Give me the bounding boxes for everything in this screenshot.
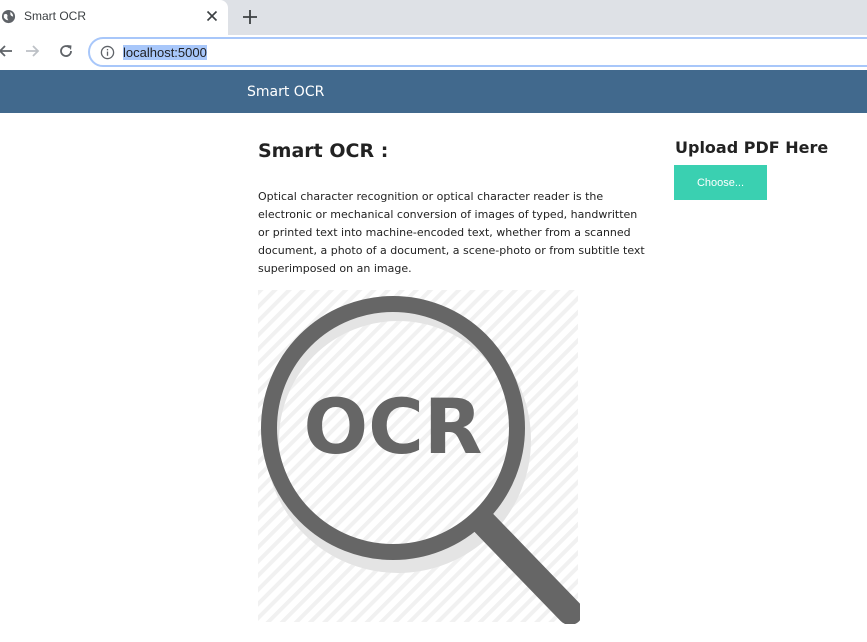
magnifier-icon: OCR [258,290,580,624]
address-bar[interactable]: localhost:5000 [88,37,867,67]
url-text[interactable]: localhost:5000 [123,45,207,60]
browser-tabstrip: Smart OCR [0,0,867,35]
arrow-left-icon[interactable] [0,43,13,59]
arrow-right-icon[interactable] [25,43,41,59]
magnifier-label: OCR [304,382,483,471]
tab-title: Smart OCR [24,9,87,23]
navbar: Smart OCR [0,70,867,113]
browser-tab[interactable]: Smart OCR [0,0,228,35]
plus-icon[interactable] [241,8,259,26]
globe-icon [1,9,16,24]
page-title: Smart OCR : [258,140,389,162]
description-text: Optical character recognition or optical… [258,190,645,275]
upload-heading: Upload PDF Here [675,138,829,157]
close-icon[interactable] [204,8,220,24]
choose-file-button[interactable]: Choose... [674,165,767,200]
info-icon[interactable] [100,45,115,60]
browser-toolbar: localhost:5000 [0,35,867,70]
reload-icon[interactable] [58,43,74,59]
navbar-brand[interactable]: Smart OCR [247,84,324,100]
